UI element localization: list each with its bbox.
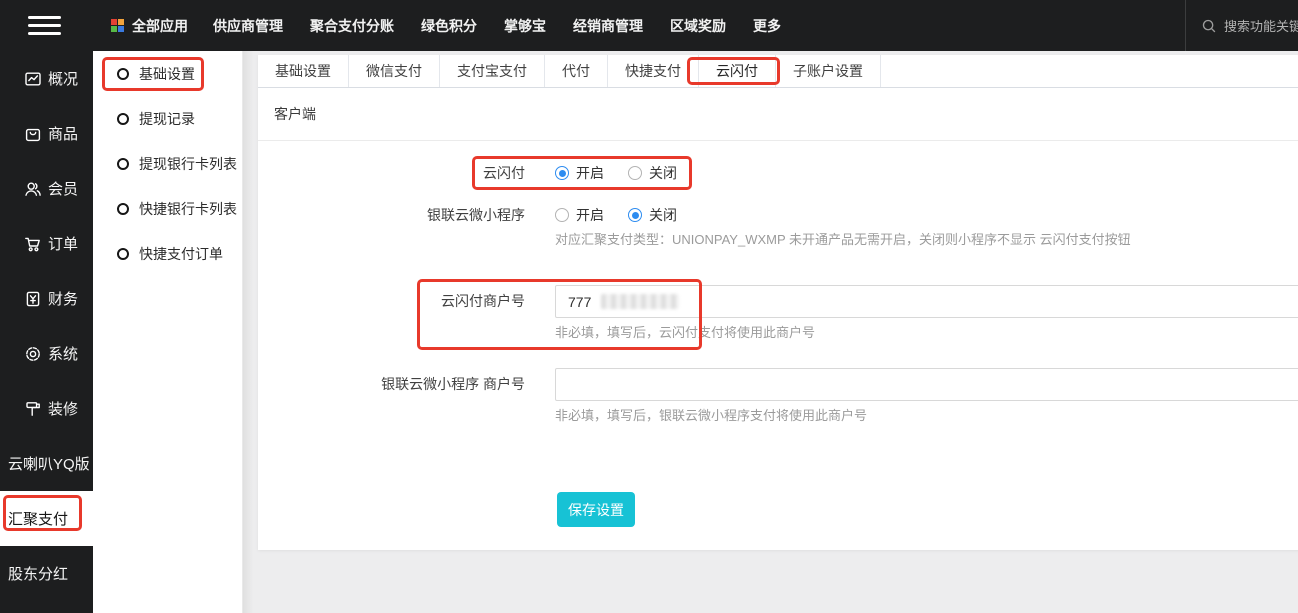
circle-bullet-icon <box>117 202 129 215</box>
save-settings-button[interactable]: 保存设置 <box>557 492 635 527</box>
radio-option[interactable]: 开启 <box>555 163 604 183</box>
field-label: 云闪付商户号 <box>441 293 525 309</box>
form-row-unionpay-miniprogram-merchant-id: 银联云微小程序 商户号非必填，填写后，银联云微小程序支付将使用此商户号 <box>258 368 1298 424</box>
cart-icon <box>24 235 42 253</box>
circle-bullet-icon <box>117 67 129 80</box>
search-placeholder: 搜索功能关键词 <box>1224 19 1298 34</box>
field-label: 云闪付 <box>483 165 525 181</box>
form-row-unionpay-miniprogram-switch: 银联云微小程序 开启 关闭对应汇聚支付类型：UNIONPAY_WXMP 未开通产品无… <box>258 205 1131 248</box>
form-row-quickpass-merchant-id: 云闪付商户号非必填，填写后，云闪付支付将使用此商户号 <box>258 285 1298 341</box>
field-helper: 非必填，填写后，云闪付支付将使用此商户号 <box>555 325 816 340</box>
topbar-nav-more[interactable]: 更多 <box>753 16 781 36</box>
radio-unselected-icon <box>628 166 642 180</box>
sidebar-item-label: 股东分红 <box>8 566 69 583</box>
radio-selected-icon <box>628 208 642 222</box>
form-row-quickpass-switch: 云闪付 开启 关闭 <box>258 163 677 183</box>
sidebar-item-overview[interactable]: 概况 <box>0 51 93 106</box>
apps-grid-icon <box>111 19 124 32</box>
sidebar-item-finance[interactable]: 财务 <box>0 271 93 326</box>
sidebar-item-label: 概况 <box>48 71 79 88</box>
topbar-nav-supplier[interactable]: 供应商管理 <box>213 16 283 36</box>
topbar-nav-dealer[interactable]: 经销商管理 <box>573 16 643 36</box>
sidebar-item-label: 财务 <box>48 291 79 308</box>
all-apps-menu[interactable]: 全部应用 <box>111 16 188 36</box>
topbar-nav-green-points[interactable]: 绿色积分 <box>421 16 477 36</box>
users-icon <box>24 180 42 198</box>
radio-option[interactable]: 开启 <box>555 205 604 225</box>
submenu-item-quick-pay-orders[interactable]: 快捷支付订单 <box>93 231 242 276</box>
radio-option[interactable]: 关闭 <box>628 163 677 183</box>
sidebar-item-label: 订单 <box>48 236 79 253</box>
sidebar-item-decorate[interactable]: 装修 <box>0 381 93 436</box>
secondary-sidebar: 基础设置提现记录提现银行卡列表 快捷银行卡列表 快捷支付订单 <box>93 51 243 613</box>
radio-option-label: 关闭 <box>649 207 677 223</box>
chart-icon <box>24 70 42 88</box>
circle-bullet-icon <box>117 112 129 125</box>
radio-option-label: 开启 <box>576 207 604 223</box>
submenu-item-label: 提现银行卡列表 <box>139 155 237 172</box>
sidebar-item-huiju-pay[interactable]: 汇聚支付 <box>0 491 93 546</box>
topbar-nav-region-reward[interactable]: 区域奖励 <box>670 16 726 36</box>
radio-option[interactable]: 关闭 <box>628 205 677 225</box>
sidebar-item-shareholder-dividend[interactable]: 股东分红 <box>0 546 93 601</box>
goods-icon <box>24 125 42 143</box>
submenu-item-label: 快捷银行卡列表 <box>139 200 237 217</box>
finance-icon <box>24 290 42 308</box>
settings-card: 基础设置 微信支付 支付宝支付 代付 快捷支付 云闪付 子账户设置 客户端 保存设置 云闪付… <box>258 55 1298 550</box>
field-label: 银联云微小程序 商户号 <box>381 376 525 392</box>
field-helper: 非必填，填写后，银联云微小程序支付将使用此商户号 <box>555 408 868 423</box>
sidebar-item-orders[interactable]: 订单 <box>0 216 93 271</box>
sidebar-item-label: 系统 <box>48 346 79 363</box>
radio-option-label: 关闭 <box>649 165 677 181</box>
search-input[interactable]: 搜索功能关键词 <box>1185 0 1298 51</box>
all-apps-label: 全部应用 <box>132 17 188 34</box>
sidebar-item-label: 汇聚支付 <box>8 511 69 528</box>
submenu-item-label: 提现记录 <box>139 110 195 127</box>
submenu-item-basic-settings[interactable]: 基础设置 <box>93 51 242 96</box>
sidebar-item-label: 会员 <box>48 181 79 198</box>
submenu-item-withdraw-records[interactable]: 提现记录 <box>93 96 242 141</box>
submenu-item-label: 基础设置 <box>139 65 195 82</box>
circle-bullet-icon <box>117 247 129 260</box>
unionpay-miniprogram-switch-radio-group: 开启 关闭 <box>555 205 1131 225</box>
topbar-nav-aggregate-split-pay[interactable]: 聚合支付分账 <box>310 16 394 36</box>
field-label: 银联云微小程序 <box>427 207 525 223</box>
submenu-item-quick-bank-cards[interactable]: 快捷银行卡列表 <box>93 186 242 231</box>
topbar: 全部应用 供应商管理 聚合支付分账 绿色积分 掌够宝 经销商管理 区域奖励 更多 搜索功能关… <box>0 0 1298 51</box>
submenu-item-label: 快捷支付订单 <box>139 245 223 262</box>
hamburger-menu-icon[interactable] <box>28 11 61 40</box>
sidebar-item-goods[interactable]: 商品 <box>0 106 93 161</box>
quickpass-switch-radio-group: 开启 关闭 <box>555 163 677 183</box>
sidebar-item-label: 商品 <box>48 126 79 143</box>
submenu-item-withdraw-bank-cards[interactable]: 提现银行卡列表 <box>93 141 242 186</box>
sidebar-item-system[interactable]: 系统 <box>0 326 93 381</box>
field-helper: 对应汇聚支付类型：UNIONPAY_WXMP 未开通产品无需开启，关闭则小程序不… <box>555 232 1131 247</box>
redacted-blur <box>601 294 679 309</box>
search-icon <box>1202 19 1216 32</box>
topbar-nav-zhanggoubao[interactable]: 掌够宝 <box>504 16 546 36</box>
gear-icon <box>24 345 42 363</box>
unionpay-miniprogram-merchant-id-input[interactable] <box>555 368 1298 401</box>
sidebar-item-label: 云喇叭YQ版 <box>8 456 90 473</box>
paint-icon <box>24 400 42 418</box>
sidebar-gap <box>243 51 258 613</box>
circle-bullet-icon <box>117 157 129 170</box>
sidebar-item-label: 装修 <box>48 401 79 418</box>
settings-form: 保存设置 云闪付 开启 关闭 银联云微小程序 开启 关闭 对应汇聚支付类型：UNIONPAY… <box>258 55 1298 550</box>
radio-unselected-icon <box>555 208 569 222</box>
radio-selected-icon <box>555 166 569 180</box>
main-area: 基础设置 微信支付 支付宝支付 代付 快捷支付 云闪付 子账户设置 客户端 保存设置 云闪付… <box>258 51 1298 613</box>
radio-option-label: 开启 <box>576 165 604 181</box>
sidebar-item-members[interactable]: 会员 <box>0 161 93 216</box>
sidebar-item-yunlaba-yq[interactable]: 云喇叭YQ版 <box>0 436 93 491</box>
primary-sidebar: 概况商品会员订单财务系统装修云喇叭YQ版 汇聚支付股东分红 <box>0 51 93 613</box>
topbar-nav: 供应商管理 聚合支付分账 绿色积分 掌够宝 经销商管理 区域奖励 更多 <box>213 16 781 36</box>
